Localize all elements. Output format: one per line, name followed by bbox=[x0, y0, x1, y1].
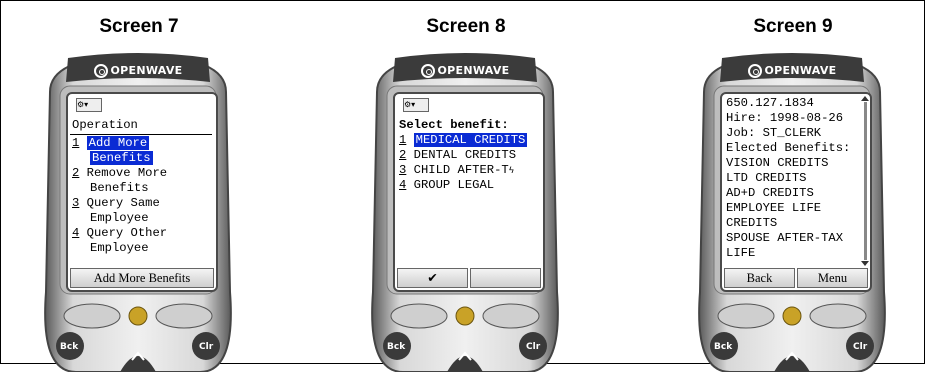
benefit-item-2[interactable]: 2 DENTAL CREDITS bbox=[399, 148, 516, 163]
left-soft-key[interactable] bbox=[63, 303, 121, 329]
select-key[interactable] bbox=[782, 306, 802, 326]
screen-7-title: Screen 7 bbox=[99, 16, 179, 37]
detail-line: SPOUSE AFTER-TAX bbox=[726, 231, 844, 245]
softkey-add-more-benefits[interactable]: Add More Benefits bbox=[70, 268, 214, 288]
back-key-label: Bck bbox=[387, 342, 406, 352]
keypad bbox=[710, 303, 874, 372]
clear-key-label: Clr bbox=[199, 342, 214, 352]
scrollbar[interactable] bbox=[861, 96, 869, 266]
clear-key-label: Clr bbox=[526, 342, 541, 352]
detail-line: LIFE bbox=[726, 246, 756, 260]
scroll-down-icon bbox=[861, 261, 869, 266]
openwave-logo: OPENWAVE bbox=[694, 64, 890, 78]
right-soft-key[interactable] bbox=[155, 303, 213, 329]
select-key[interactable] bbox=[128, 306, 148, 326]
detail-line: VISION CREDITS bbox=[726, 156, 829, 170]
detail-line: Elected Benefits: bbox=[726, 141, 851, 155]
softkey-bar: ✔ bbox=[397, 268, 541, 288]
softkey-empty[interactable] bbox=[470, 268, 541, 288]
detail-line: Job: ST_CLERK bbox=[726, 126, 822, 140]
detail-line: LTD CREDITS bbox=[726, 171, 807, 185]
menu-item-2[interactable]: 2 Remove More bbox=[72, 166, 167, 181]
softkey-menu[interactable]: Menu bbox=[797, 268, 868, 288]
softkey-bar: Back Menu bbox=[724, 268, 868, 288]
phone-screen-7: OPENWAVE ⚙▾ Operation 1 Add More Benefit… bbox=[40, 52, 236, 372]
keypad bbox=[383, 303, 547, 372]
left-soft-key[interactable] bbox=[717, 303, 775, 329]
detail-line: Hire: 1998-08-26 bbox=[726, 111, 844, 125]
benefit-item-4[interactable]: 4 GROUP LEGAL bbox=[399, 178, 494, 193]
softkey-ok-checkmark-icon[interactable]: ✔ bbox=[397, 268, 468, 288]
menu-item-1[interactable]: 1 Add More bbox=[72, 136, 150, 151]
select-key[interactable] bbox=[455, 306, 475, 326]
lcd-screen: ⚙▾ Select benefit: 1 MEDICAL CREDITS 2 D… bbox=[393, 92, 545, 292]
phone-screen-8: OPENWAVE ⚙▾ Select benefit: 1 MEDICAL CR… bbox=[367, 52, 563, 372]
back-key-label: Bck bbox=[60, 342, 79, 352]
truncation-icon: ϟ bbox=[508, 166, 515, 176]
up-arrow-key[interactable] bbox=[120, 356, 156, 372]
softkey-back[interactable]: Back bbox=[724, 268, 795, 288]
detail-line: AD+D CREDITS bbox=[726, 186, 814, 200]
signal-icon: ⚙▾ bbox=[403, 98, 429, 112]
back-key-label: Bck bbox=[714, 342, 733, 352]
openwave-logo: OPENWAVE bbox=[367, 64, 563, 78]
menu-item-4[interactable]: 4 Query Other bbox=[72, 226, 167, 241]
right-soft-key[interactable] bbox=[809, 303, 867, 329]
up-arrow-key[interactable] bbox=[774, 356, 810, 372]
lcd-screen: ⚙▾ Operation 1 Add More Benefits 2 Remov… bbox=[66, 92, 218, 292]
lcd-header: Operation bbox=[72, 118, 138, 132]
detail-line: EMPLOYEE LIFE bbox=[726, 201, 822, 215]
scroll-up-icon bbox=[861, 96, 869, 101]
up-arrow-key[interactable] bbox=[447, 356, 483, 372]
phone-screen-9: OPENWAVE 650.127.1834 Hire: 1998-08-26 J… bbox=[694, 52, 890, 372]
detail-line: 650.127.1834 bbox=[726, 96, 814, 110]
detail-line: CREDITS bbox=[726, 216, 778, 230]
signal-icon: ⚙▾ bbox=[76, 98, 102, 112]
softkey-bar: Add More Benefits bbox=[70, 268, 214, 288]
benefit-item-1[interactable]: 1 MEDICAL CREDITS bbox=[399, 133, 528, 148]
right-soft-key[interactable] bbox=[482, 303, 540, 329]
screen-8-title: Screen 8 bbox=[426, 16, 506, 37]
clear-key-label: Clr bbox=[853, 342, 868, 352]
lcd-header: Select benefit: bbox=[399, 118, 509, 132]
screen-9-title: Screen 9 bbox=[753, 16, 833, 37]
left-soft-key[interactable] bbox=[390, 303, 448, 329]
keypad bbox=[56, 303, 220, 372]
benefit-item-3[interactable]: 3 CHILD AFTER-Tϟ bbox=[399, 163, 514, 178]
menu-item-3[interactable]: 3 Query Same bbox=[72, 196, 160, 211]
openwave-logo: OPENWAVE bbox=[40, 64, 236, 78]
lcd-screen: 650.127.1834 Hire: 1998-08-26 Job: ST_CL… bbox=[720, 92, 872, 292]
